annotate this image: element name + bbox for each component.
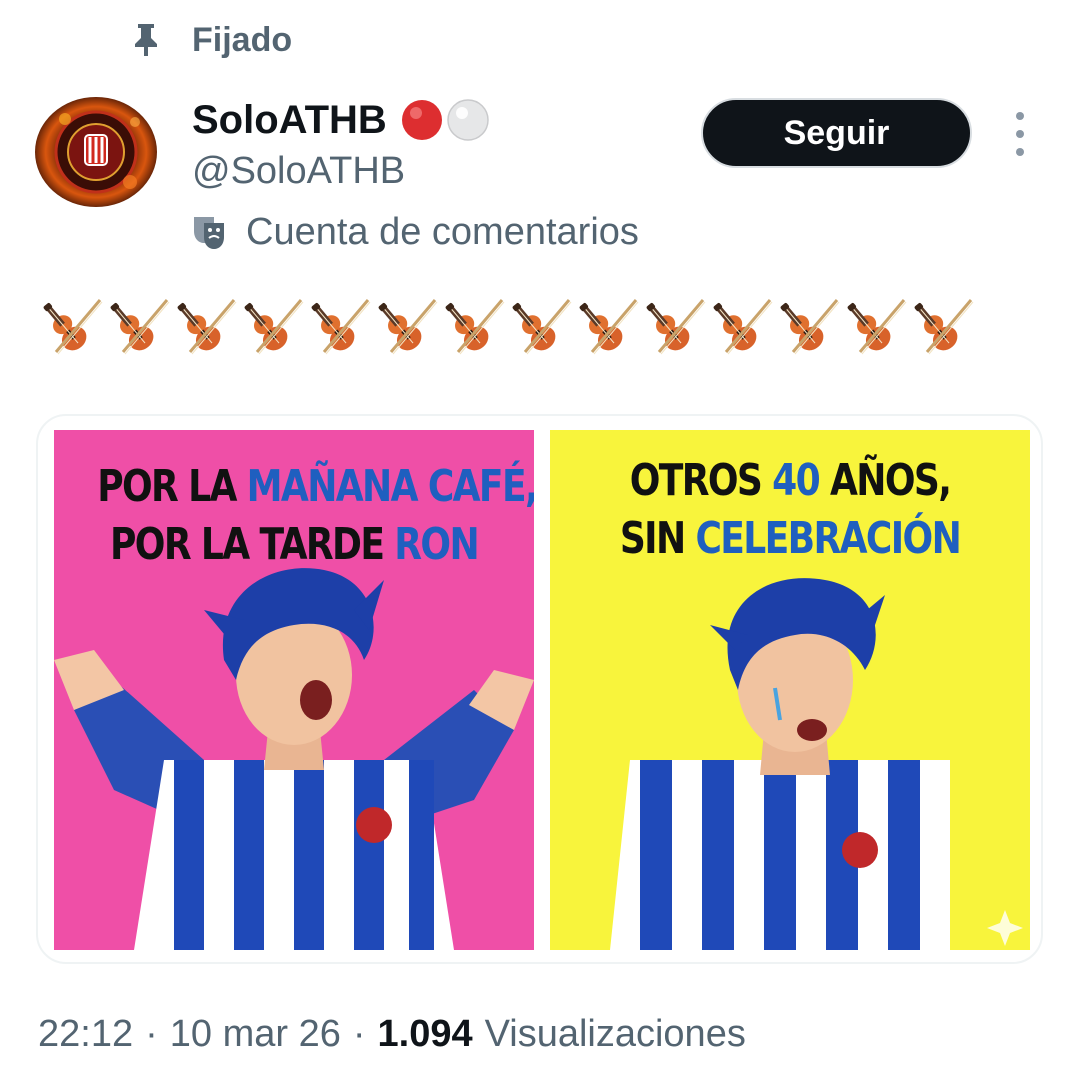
avatar-logo (35, 97, 157, 207)
violin-emoji (579, 299, 639, 355)
pinned-indicator: Fijado (130, 18, 292, 62)
media-card[interactable]: POR LA MAÑANA CAFÉ, POR LA TARDE RON OTR… (36, 414, 1043, 964)
violin-emoji (311, 299, 371, 355)
pin-icon (135, 24, 157, 56)
account-label: Cuenta de comentarios (190, 208, 639, 256)
violin-emoji (646, 299, 706, 355)
violin-emoji (244, 299, 304, 355)
tweet-text (38, 294, 976, 356)
vertical-dots-icon[interactable] (1002, 112, 1038, 156)
violin-emoji (177, 299, 237, 355)
account-label-text: Cuenta de comentarios (246, 210, 639, 253)
violin-emoji (378, 299, 438, 355)
tweet-meta: 22:12 · 10 mar 26 · 1.094 Visualizacione… (38, 1008, 746, 1060)
pinned-label: Fijado (192, 20, 293, 59)
avatar[interactable] (35, 97, 157, 207)
violin-emoji (780, 299, 840, 355)
white-circle-emoji (447, 99, 489, 141)
violin-emoji (512, 299, 572, 355)
views-label: Visualizaciones (484, 1012, 746, 1055)
violin-emoji (110, 299, 170, 355)
theater-masks-icon (194, 217, 224, 249)
display-name[interactable]: SoloATHB (192, 98, 387, 143)
violin-emoji (445, 299, 505, 355)
violin-emoji (713, 299, 773, 355)
tweet-date[interactable]: 10 mar 26 (170, 1013, 341, 1056)
violin-emoji (43, 299, 103, 355)
left-panel-caption: POR LA MAÑANA CAFÉ, POR LA TARDE RON (97, 461, 534, 570)
meta-separator: · (352, 1012, 366, 1055)
violin-emoji (914, 299, 974, 355)
red-circle-emoji (401, 100, 442, 140)
tweet-time[interactable]: 22:12 (38, 1013, 133, 1056)
follow-button[interactable]: Seguir (701, 98, 972, 168)
views-count: 1.094 (377, 1012, 473, 1055)
media-image-right[interactable]: OTROS 40 AÑOS, SIN CELEBRACIÓN (550, 430, 1030, 950)
author-name-row: SoloATHB (192, 92, 491, 148)
meta-separator: · (145, 1012, 158, 1055)
author-handle[interactable]: @SoloATHB (192, 150, 405, 193)
right-panel-caption: OTROS 40 AÑOS, SIN CELEBRACIÓN (619, 455, 962, 564)
media-image-left[interactable]: POR LA MAÑANA CAFÉ, POR LA TARDE RON (54, 430, 534, 950)
violin-emoji (847, 299, 907, 355)
